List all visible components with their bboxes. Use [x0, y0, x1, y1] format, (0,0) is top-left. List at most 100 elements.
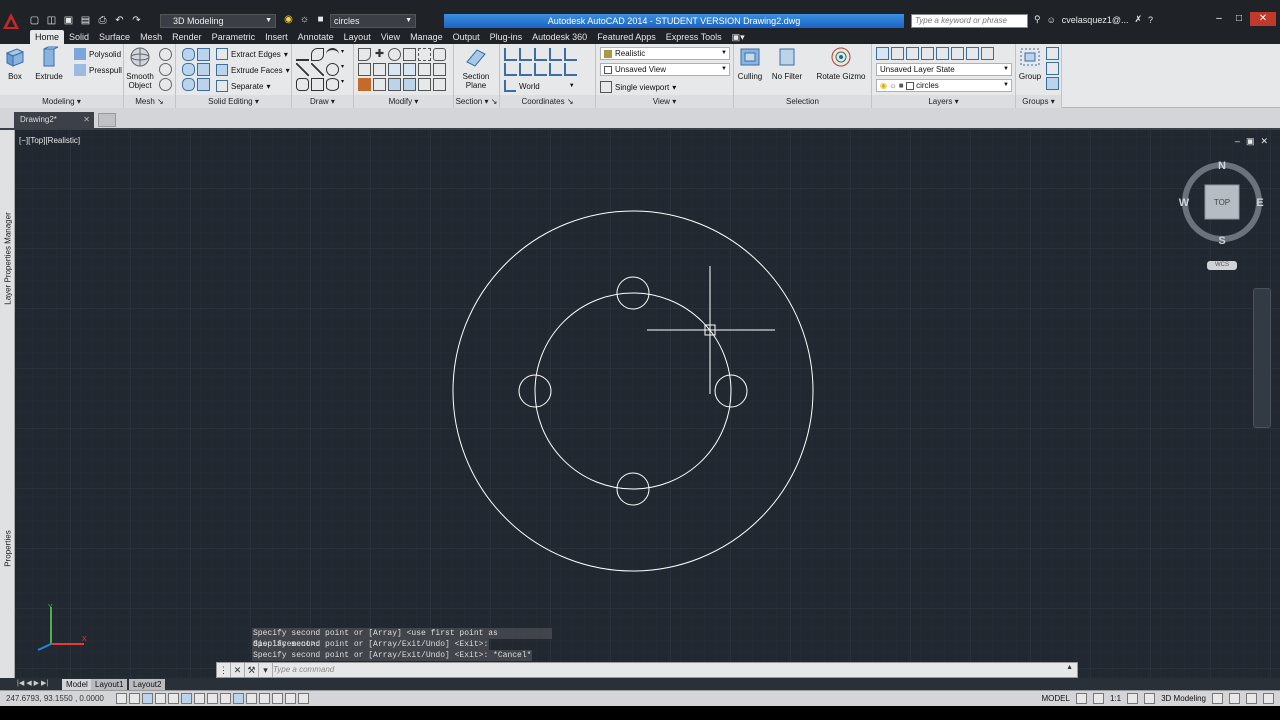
- tab-view[interactable]: View: [376, 30, 405, 44]
- mesh-smooth-more-icon[interactable]: [159, 48, 172, 61]
- close-icon[interactable]: ✕: [1250, 12, 1276, 26]
- search-input[interactable]: Type a keyword or phrase: [911, 14, 1028, 28]
- tab-output[interactable]: Output: [448, 30, 485, 44]
- navigation-bar[interactable]: [1253, 288, 1271, 428]
- annotation-scale-dropdown[interactable]: 1:1: [1110, 694, 1121, 703]
- circle-icon[interactable]: [326, 63, 339, 76]
- spline-icon[interactable]: [311, 48, 324, 61]
- layer-ribbon-dropdown[interactable]: ◉ ☼ ■ circles ▼: [876, 79, 1012, 92]
- command-input[interactable]: Type a command: [273, 665, 334, 674]
- viewport-config-dropdown[interactable]: Single viewport ▾: [600, 81, 676, 93]
- toolbar-lock-icon[interactable]: [1212, 693, 1223, 704]
- grid-display-icon[interactable]: [142, 693, 153, 704]
- isolate-objects-icon[interactable]: [1246, 693, 1257, 704]
- extrude-faces-button[interactable]: Extrude Faces ▾: [216, 64, 290, 76]
- save-icon[interactable]: ▣: [62, 15, 75, 27]
- save-as-icon[interactable]: ▤: [79, 15, 92, 27]
- intersect-icon[interactable]: [182, 63, 195, 76]
- panel-title-section[interactable]: Section ▾ ↘: [454, 95, 499, 108]
- ortho-mode-icon[interactable]: [155, 693, 166, 704]
- reverse-icon[interactable]: [433, 78, 446, 91]
- tab-render[interactable]: Render: [167, 30, 207, 44]
- layer-state-dropdown[interactable]: Unsaved Layer State ▼: [876, 63, 1012, 76]
- offset-icon[interactable]: [433, 48, 446, 61]
- tab-home[interactable]: Home: [30, 30, 65, 44]
- tab-featured-apps[interactable]: Featured Apps: [592, 30, 661, 44]
- ucs-x-icon[interactable]: [564, 63, 577, 76]
- ungroup-icon[interactable]: [1046, 47, 1059, 60]
- ucs-face-icon[interactable]: [549, 48, 562, 61]
- lineweight-icon[interactable]: [246, 693, 257, 704]
- next-tab-icon[interactable]: ▶: [34, 678, 39, 690]
- layout-tab-layout1[interactable]: Layout1: [91, 679, 128, 690]
- tab-express-tools[interactable]: Express Tools: [661, 30, 727, 44]
- help-icon[interactable]: ?: [1148, 15, 1153, 25]
- open-icon[interactable]: ◫: [45, 15, 58, 27]
- no-filter-button[interactable]: No Filter: [767, 46, 807, 81]
- make-current-icon[interactable]: [891, 47, 904, 60]
- slice-icon[interactable]: [182, 78, 195, 91]
- binoculars-icon[interactable]: ⚲: [1034, 14, 1041, 25]
- ucs-zaxis-icon[interactable]: [534, 63, 547, 76]
- tab-mesh[interactable]: Mesh: [135, 30, 167, 44]
- lightbulb-icon[interactable]: ◉: [282, 14, 295, 26]
- ucs-world-icon[interactable]: [519, 48, 532, 61]
- move-icon[interactable]: ✚: [373, 48, 386, 61]
- ucs-view-icon[interactable]: [504, 63, 517, 76]
- maximize-icon[interactable]: □: [1230, 12, 1248, 26]
- object-snap-tracking-icon[interactable]: [207, 693, 218, 704]
- panel-title-mesh[interactable]: Mesh ↘: [124, 95, 175, 108]
- section-plane-button[interactable]: Section Plane: [456, 46, 496, 90]
- quick-properties-icon[interactable]: [272, 693, 283, 704]
- polysolid-button[interactable]: Polysolid: [74, 48, 121, 60]
- construction-line-icon[interactable]: [311, 63, 324, 76]
- tab-insert[interactable]: Insert: [260, 30, 293, 44]
- rotate-icon[interactable]: [388, 48, 401, 61]
- chevron-down-icon[interactable]: ▾: [341, 78, 349, 91]
- thicken-icon[interactable]: [197, 78, 210, 91]
- close-icon[interactable]: ✕: [1260, 136, 1268, 147]
- explode-icon[interactable]: [418, 63, 431, 76]
- ribbon-toggle-icon[interactable]: ▣▾: [727, 30, 750, 44]
- copy-icon[interactable]: [418, 48, 431, 61]
- hardware-acceleration-icon[interactable]: [1229, 693, 1240, 704]
- snap-mode-icon[interactable]: [129, 693, 140, 704]
- first-tab-icon[interactable]: |◀: [17, 678, 24, 690]
- array-icon[interactable]: [403, 63, 416, 76]
- plot-icon[interactable]: ⎙: [96, 15, 109, 27]
- lengthen-icon[interactable]: [418, 78, 431, 91]
- interfere-icon[interactable]: [197, 63, 210, 76]
- chamfer-icon[interactable]: [433, 63, 446, 76]
- compass-south[interactable]: S: [1218, 235, 1225, 247]
- minimize-icon[interactable]: –: [1210, 12, 1228, 26]
- panel-title-groups[interactable]: Groups ▾: [1016, 95, 1061, 108]
- match-layer-icon[interactable]: [906, 47, 919, 60]
- compass-west[interactable]: W: [1179, 197, 1190, 209]
- rotate-gizmo-button[interactable]: Rotate Gizmo: [814, 46, 868, 81]
- redo-icon[interactable]: ↷: [130, 15, 143, 27]
- coordinate-readout[interactable]: 247.6793, 93.1550 , 0.0000: [6, 694, 104, 703]
- annotation-monitor-icon[interactable]: [298, 693, 309, 704]
- scale-icon[interactable]: [388, 63, 401, 76]
- user-icon[interactable]: ☺: [1047, 15, 1056, 25]
- tab-surface[interactable]: Surface: [94, 30, 135, 44]
- smooth-object-button[interactable]: Smooth Object: [122, 46, 158, 90]
- layer-properties-manager-tab[interactable]: Layer Properties Manager: [4, 209, 13, 309]
- ucs-object-icon[interactable]: [564, 48, 577, 61]
- arc-icon[interactable]: [326, 48, 339, 61]
- polygon-icon[interactable]: [296, 78, 309, 91]
- compass-east[interactable]: E: [1256, 197, 1263, 209]
- close-icon[interactable]: ✕: [231, 663, 245, 677]
- union-icon[interactable]: [182, 48, 195, 61]
- chevron-up-icon[interactable]: ▲: [1066, 664, 1073, 671]
- undo-icon[interactable]: ↶: [113, 15, 126, 27]
- panel-title-view[interactable]: View ▾: [596, 95, 733, 108]
- recent-commands-icon[interactable]: ▾: [259, 663, 273, 677]
- tab-parametric[interactable]: Parametric: [207, 30, 261, 44]
- close-icon[interactable]: ✕: [83, 112, 90, 128]
- properties-tab[interactable]: Properties: [4, 499, 13, 599]
- viewport-controls-label[interactable]: [−][Top][Realistic]: [19, 136, 80, 145]
- align-icon[interactable]: [373, 78, 386, 91]
- group-button[interactable]: Group: [1011, 46, 1049, 81]
- clean-screen-icon[interactable]: [1263, 693, 1274, 704]
